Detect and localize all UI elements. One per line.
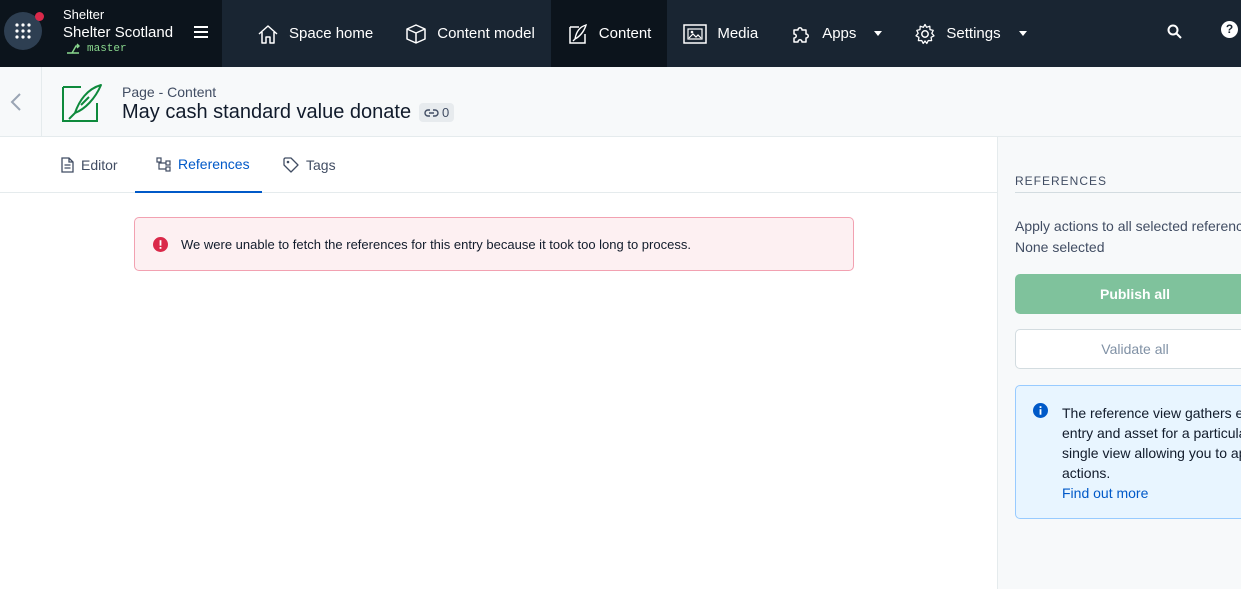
entry-tabs: Editor References Tags	[0, 137, 997, 193]
references-icon	[156, 156, 171, 172]
validate-all-button[interactable]: Validate all	[1015, 329, 1241, 369]
entry-header: Page - Content May cash standard value d…	[0, 67, 1241, 137]
error-icon	[153, 236, 168, 252]
back-button[interactable]	[0, 67, 42, 136]
top-navigation: Shelter Shelter Scotland master Space ho…	[0, 0, 1241, 67]
nav-item-space-home[interactable]: Space home	[241, 0, 389, 67]
error-note: We were unable to fetch the references f…	[134, 217, 854, 271]
nav-item-media[interactable]: Media	[667, 0, 774, 67]
references-sidebar: REFERENCES Apply actions to all selected…	[997, 137, 1241, 589]
tab-tags[interactable]: Tags	[283, 137, 336, 193]
chevron-left-icon	[10, 93, 21, 111]
menu-icon[interactable]	[193, 25, 209, 39]
grid-icon	[15, 23, 31, 39]
org-name: Shelter	[63, 7, 105, 22]
sidebar-title: REFERENCES	[1015, 174, 1108, 188]
main-content: Editor References Tags We were unable to…	[0, 137, 997, 589]
space-switcher[interactable]: Shelter Shelter Scotland master	[0, 0, 222, 67]
entry-title: May cash standard value donate	[122, 101, 412, 123]
notification-dot	[35, 12, 44, 21]
tab-references[interactable]: References	[135, 137, 262, 193]
search-button[interactable]	[1167, 24, 1182, 39]
branch-icon	[67, 43, 80, 54]
publish-all-button[interactable]: Publish all	[1015, 274, 1241, 314]
environment-indicator: master	[66, 43, 127, 55]
tab-editor[interactable]: Editor	[61, 137, 118, 193]
find-out-more-link[interactable]: Find out more	[1062, 483, 1241, 503]
entry-icon	[62, 84, 102, 122]
help-icon[interactable]: ?	[1221, 21, 1238, 38]
space-name: Shelter Scotland	[63, 24, 174, 41]
content-icon	[569, 23, 587, 44]
puzzle-icon	[793, 26, 810, 43]
content-model-icon	[406, 23, 426, 44]
content-type-label: Page - Content	[122, 84, 217, 100]
nav-item-apps[interactable]: Apps	[774, 0, 898, 67]
chevron-down-icon	[874, 31, 883, 36]
info-note: The reference view gathers every entry a…	[1015, 385, 1241, 519]
selection-status: None selected	[1015, 239, 1105, 255]
nav-item-settings[interactable]: Settings	[898, 0, 1042, 67]
nav-item-content-model[interactable]: Content model	[389, 0, 551, 67]
home-icon	[258, 24, 278, 44]
sidebar-divider	[1015, 192, 1241, 193]
sidebar-description: Apply actions to all selected references	[1015, 218, 1241, 234]
search-icon	[1167, 24, 1182, 39]
nav-item-content[interactable]: Content	[550, 0, 668, 67]
info-icon	[1033, 403, 1048, 418]
link-icon	[424, 108, 439, 117]
document-icon	[61, 157, 74, 173]
gear-icon	[915, 23, 936, 44]
tag-icon	[283, 157, 299, 173]
chevron-down-icon	[1018, 31, 1027, 36]
info-text: The reference view gathers every entry a…	[1062, 403, 1241, 503]
nav-items: Space home Content model Content Media A…	[241, 0, 1043, 67]
media-icon	[683, 23, 708, 44]
error-message: We were unable to fetch the references f…	[181, 236, 691, 252]
reference-count-badge[interactable]: 0	[419, 103, 455, 122]
environment-name: master	[87, 43, 127, 55]
